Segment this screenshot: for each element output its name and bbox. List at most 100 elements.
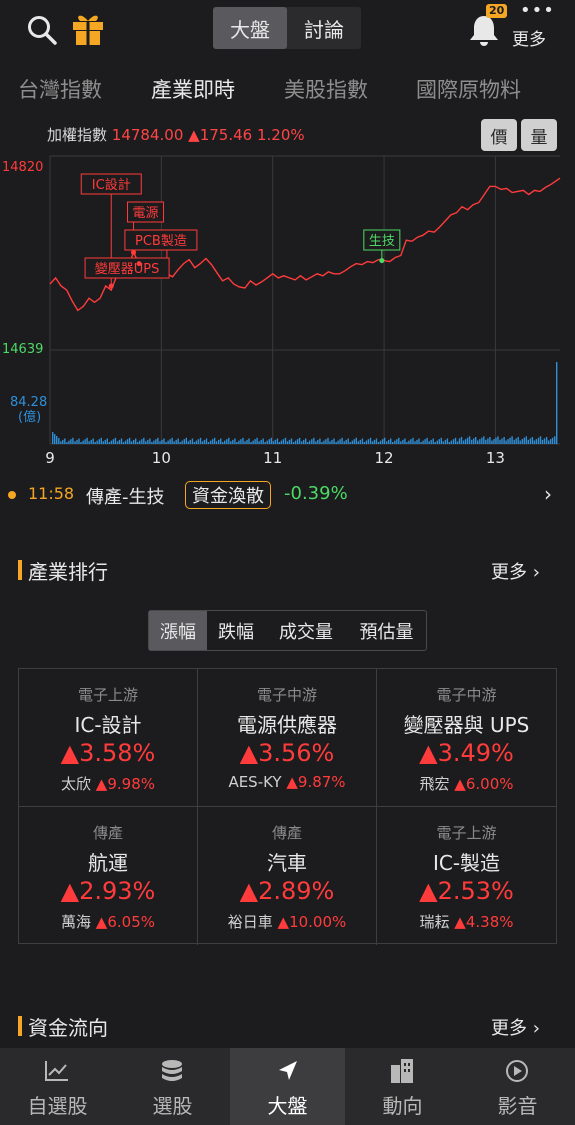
volume-bar <box>191 438 194 444</box>
volume-bar <box>153 440 155 444</box>
volume-bar <box>541 439 544 444</box>
volume-bar <box>159 441 161 444</box>
chevron-right-icon[interactable]: › <box>544 482 552 506</box>
volume-bar <box>173 441 175 444</box>
volume-bar <box>519 440 521 444</box>
volume-bar <box>88 441 90 444</box>
cell-industry: IC-製造 <box>432 851 501 875</box>
gift-icon[interactable] <box>71 10 105 46</box>
volume-bar <box>321 442 323 444</box>
volume-bar <box>367 439 370 444</box>
nav-screener[interactable]: 選股 <box>115 1048 230 1125</box>
news-ticker[interactable]: 11:58 傳產-生技 資金渙散 -0.39% › <box>0 478 575 514</box>
volume-bar <box>501 438 503 444</box>
volume-bar <box>260 439 262 444</box>
ranking-cell[interactable]: 電子上游 IC-製造 ▲2.53% 瑞耘 ▲4.38% <box>377 807 556 945</box>
segment-dapan[interactable]: 大盤 <box>213 7 287 49</box>
ranking-more-button[interactable]: 更多 › <box>491 558 540 584</box>
volume-bar <box>135 438 137 444</box>
volume-bar <box>394 440 396 444</box>
nav-video[interactable]: 影音 <box>460 1048 575 1125</box>
more-dots-icon[interactable]: ••• <box>520 0 555 21</box>
volume-bar <box>211 439 214 444</box>
tab-taiwan-index[interactable]: 台灣指數 <box>18 74 102 104</box>
segment-gain[interactable]: 漲幅 <box>149 611 207 650</box>
price-toggle-button[interactable]: 價 <box>481 119 517 151</box>
tab-us-index[interactable]: 美股指數 <box>284 74 368 104</box>
volume-toggle-button[interactable]: 量 <box>521 119 557 151</box>
volume-bar <box>102 441 104 444</box>
volume-bar <box>529 438 532 444</box>
volume-bar <box>317 439 319 444</box>
volume-bar <box>213 437 216 444</box>
volume-bar <box>493 439 495 444</box>
cell-leader: 裕日車 ▲10.00% <box>227 913 347 931</box>
volume-bar <box>369 437 372 444</box>
ranking-cell[interactable]: 電子上游 IC-設計 ▲3.58% 太欣 ▲9.98% <box>19 669 198 807</box>
annotation-point <box>379 258 385 264</box>
nav-market[interactable]: 大盤 <box>230 1048 345 1125</box>
ticker-time: 11:58 <box>28 484 75 503</box>
tab-industry-realtime[interactable]: 產業即時 <box>151 74 235 104</box>
index-percent: 1.20% <box>256 126 305 144</box>
cell-industry: IC-設計 <box>74 713 142 737</box>
cell-industry: 電源供應器 <box>237 713 337 737</box>
notification-badge: 20 <box>486 4 508 18</box>
volume-bar <box>226 439 228 444</box>
volume-bar <box>171 437 173 444</box>
ranking-cell[interactable]: 傳產 汽車 ▲2.89% 裕日車 ▲10.00% <box>198 807 377 945</box>
volume-bar <box>339 439 341 444</box>
x-axis-ticks: 9 10 11 12 13 <box>45 449 505 467</box>
volume-bar <box>341 437 343 444</box>
volume-bar <box>98 439 100 444</box>
volume-bar <box>183 439 185 444</box>
volume-bar <box>361 438 364 444</box>
nav-trends[interactable]: 動向 <box>345 1048 460 1125</box>
segment-loss[interactable]: 跌幅 <box>207 611 265 650</box>
volume-bar <box>118 439 121 444</box>
volume-bar <box>422 440 424 444</box>
volume-bar <box>551 437 554 444</box>
volume-bar <box>193 442 196 444</box>
volume-bar <box>319 438 321 444</box>
ranking-cell[interactable]: 電子中游 電源供應器 ▲3.56% AES-KY ▲9.87% <box>198 669 377 807</box>
volume-bar <box>90 439 92 444</box>
index-value: 14784.00 <box>111 126 184 144</box>
live-dot-icon <box>8 491 16 499</box>
volume-bar <box>68 440 70 444</box>
x-tick-label: 12 <box>375 449 394 467</box>
volume-bar <box>503 437 505 444</box>
cell-category: 電子中游 <box>436 686 497 704</box>
more-button[interactable]: 更多 <box>512 25 546 50</box>
flow-more-button[interactable]: 更多 › <box>491 1014 540 1040</box>
volume-bar <box>357 441 359 444</box>
volume-bar <box>207 442 210 444</box>
volume-bar <box>466 437 469 444</box>
volume-bar <box>242 437 244 444</box>
volume-bar <box>388 439 390 444</box>
volume-bar <box>244 441 246 444</box>
segment-estimate[interactable]: 預估量 <box>347 611 426 650</box>
volume-bar <box>72 437 74 444</box>
ranking-cell[interactable]: 傳產 航運 ▲2.93% 萬海 ▲6.05% <box>19 807 198 945</box>
intraday-chart: 14820 14639 84.28 (億) IC設計電源 PCB製造變壓器UPS 生… <box>2 155 561 467</box>
volume-bar <box>349 442 351 444</box>
volume-bar <box>404 438 406 444</box>
volume-bar <box>100 437 102 444</box>
volume-bar <box>108 442 111 444</box>
cell-leader: AES-KY ▲9.87% <box>228 773 346 791</box>
nav-watchlist[interactable]: 自選股 <box>0 1048 115 1125</box>
ticker-industry: 傳產-生技 <box>86 487 165 508</box>
cell-percent: ▲2.93% <box>60 877 156 905</box>
search-icon[interactable] <box>26 14 58 46</box>
volume-bar <box>74 441 76 444</box>
volume-bar <box>195 440 198 444</box>
segment-volume[interactable]: 成交量 <box>265 611 347 650</box>
tab-commodities[interactable]: 國際原物料 <box>416 74 521 104</box>
volume-bar <box>353 439 355 444</box>
segment-discussion[interactable]: 討論 <box>287 7 361 49</box>
annotation-label: IC設計 <box>92 177 131 193</box>
ranking-cell[interactable]: 電子中游 變壓器與 UPS ▲3.49% 飛宏 ▲6.00% <box>377 669 556 807</box>
volume-bar <box>386 441 388 444</box>
volume-bar <box>331 439 333 444</box>
